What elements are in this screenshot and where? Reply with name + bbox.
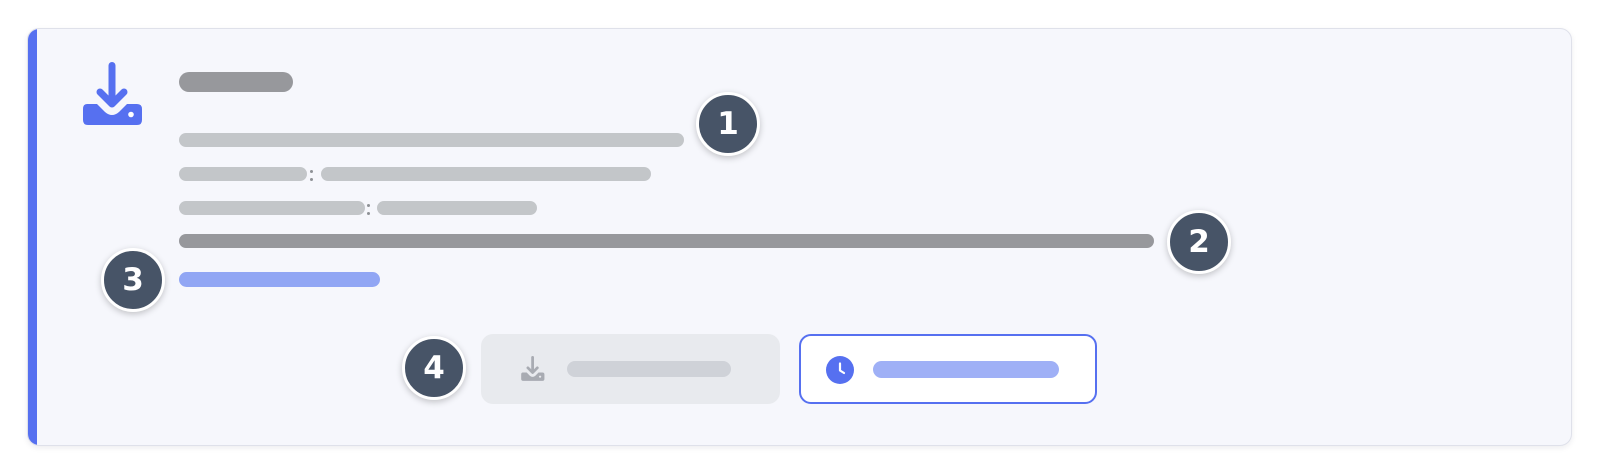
description-line-1 [179, 133, 684, 147]
details-link[interactable] [179, 272, 380, 287]
download-card [27, 28, 1572, 446]
meta-value-2 [377, 201, 537, 215]
annotation-badge-4: 4 [402, 336, 466, 400]
meta-separator-1 [306, 168, 318, 184]
meta-label-2 [179, 201, 365, 215]
annotation-badge-1: 1 [696, 92, 760, 156]
title-placeholder [179, 72, 293, 92]
download-icon [83, 62, 142, 125]
meta-separator-2 [363, 202, 375, 218]
meta-label-1 [179, 167, 307, 181]
download-button[interactable] [481, 334, 780, 404]
clock-icon [826, 356, 854, 384]
schedule-button[interactable] [799, 334, 1097, 404]
download-button-label [567, 361, 731, 377]
meta-value-1 [321, 167, 651, 181]
annotation-badge-2: 2 [1167, 210, 1231, 274]
description-line-2 [179, 234, 1154, 248]
card-accent-bar [28, 29, 37, 445]
schedule-button-label [873, 361, 1059, 378]
download-icon [521, 356, 545, 381]
annotation-badge-3: 3 [101, 248, 165, 312]
